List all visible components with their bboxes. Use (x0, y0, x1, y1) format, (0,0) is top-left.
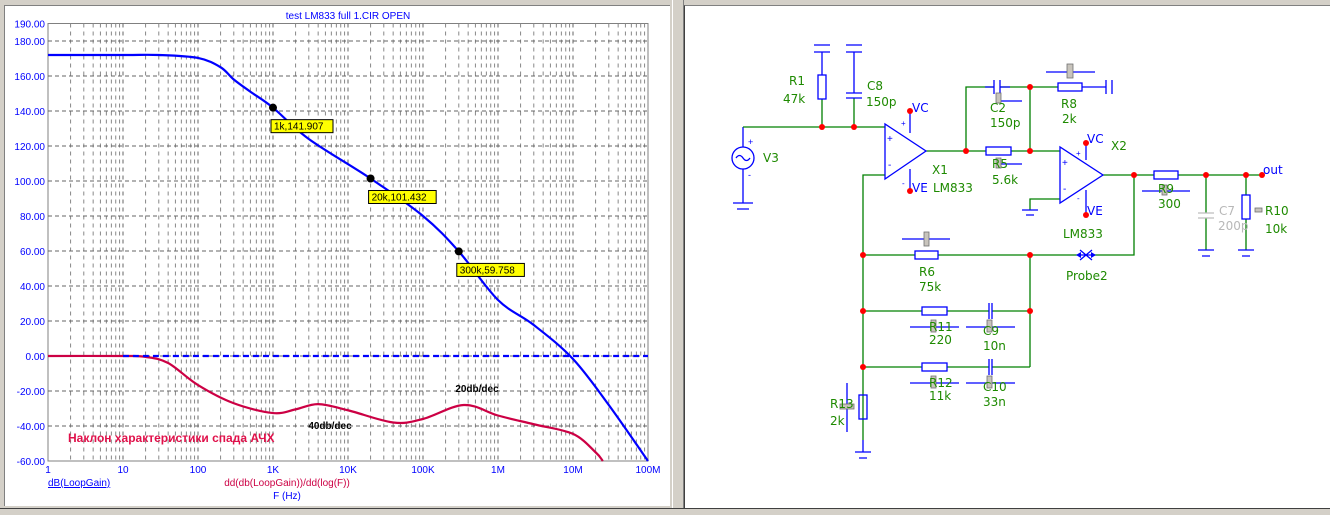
r12-value: 11k (929, 389, 951, 403)
out-label: out (1263, 163, 1283, 177)
probe2[interactable] (1076, 249, 1096, 261)
r6-value: 75k (919, 280, 941, 294)
r10-value: 10k (1265, 222, 1287, 236)
r8-name: R8 (1061, 97, 1077, 111)
x2-model: LM833 (1063, 227, 1103, 241)
r10-name: R10 (1265, 204, 1289, 218)
svg-text:+: + (1076, 149, 1081, 158)
c9-name: C9 (983, 324, 999, 338)
x2-ve: VE (1087, 204, 1103, 218)
r11-name: R11 (929, 320, 953, 334)
capacitor-c2[interactable] (985, 80, 1022, 104)
x1-vc: VC (912, 101, 929, 115)
resistor-r8[interactable] (1046, 63, 1113, 94)
r13-value: 2k (830, 414, 845, 428)
x1-name: X1 (932, 163, 948, 177)
schematic[interactable]: +- V3 R1 47k C8 150p +- +- VC VE X1 LM83 (0, 0, 1330, 514)
r6-name: R6 (919, 265, 935, 279)
resistor-r1[interactable] (814, 44, 830, 100)
v3-label: V3 (763, 151, 779, 165)
c2-value: 150p (990, 116, 1021, 130)
r1-name: R1 (789, 74, 805, 88)
junction-dots (819, 84, 1265, 370)
probe-label: Probe2 (1066, 269, 1108, 283)
svg-text:+: + (887, 134, 893, 145)
r9-value: 300 (1158, 197, 1181, 211)
r5-name: R5 (992, 157, 1008, 171)
c8-value: 150p (866, 95, 897, 109)
svg-text:-: - (902, 179, 905, 188)
x1-ve: VE (912, 181, 928, 195)
c7-value: 200p (1218, 219, 1249, 233)
c9-value: 10n (983, 339, 1006, 353)
svg-text:-: - (888, 160, 891, 171)
capacitor-c8[interactable] (846, 44, 862, 99)
svg-text:-: - (748, 170, 751, 180)
svg-text:+: + (901, 119, 906, 128)
r5-value: 5.6k (992, 173, 1018, 187)
r1-value: 47k (783, 92, 805, 106)
opamp-x1[interactable]: + - + - (884, 111, 928, 191)
c2-name: C2 (990, 101, 1006, 115)
r12-name: R12 (929, 376, 953, 390)
svg-text:+: + (1062, 158, 1068, 169)
r13-name: R13 (830, 397, 854, 411)
x1-model: LM833 (933, 181, 973, 195)
source-v3[interactable]: +- (731, 127, 755, 210)
svg-text:-: - (1077, 194, 1080, 203)
svg-text:-: - (1063, 184, 1066, 195)
c7-name: C7 (1219, 204, 1235, 218)
c10-value: 33n (983, 395, 1006, 409)
c8-name: C8 (867, 79, 883, 93)
resistor-r13[interactable] (839, 383, 871, 459)
svg-text:+: + (748, 137, 753, 147)
r8-value: 2k (1062, 112, 1077, 126)
r9-name: R9 (1158, 182, 1174, 196)
r11-value: 220 (929, 333, 952, 347)
x2-vc: VC (1087, 132, 1104, 146)
c10-name: C10 (983, 380, 1007, 394)
x2-name: X2 (1111, 139, 1127, 153)
